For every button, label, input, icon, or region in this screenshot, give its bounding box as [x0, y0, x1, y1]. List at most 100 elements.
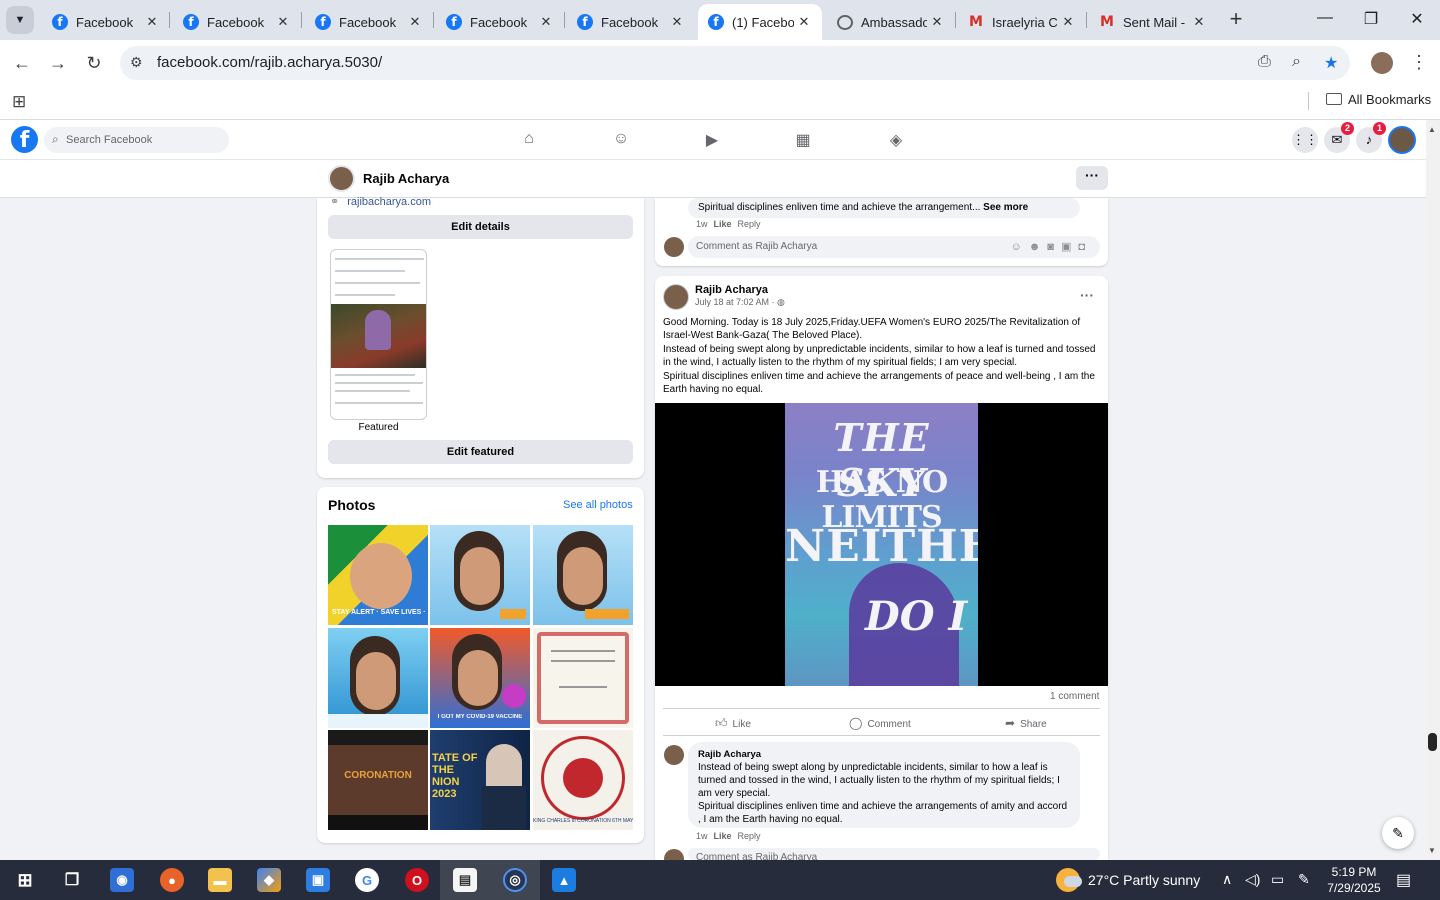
account-avatar[interactable] [1388, 126, 1416, 154]
opera-icon[interactable]: O [405, 868, 429, 892]
restore-icon[interactable]: ❐ [1356, 9, 1386, 29]
photo-thumbnail[interactable]: KING CHARLES III CORONATION 6TH MAY 2023 [533, 730, 633, 830]
network-icon[interactable]: ▭ [1271, 871, 1284, 888]
address-bar[interactable]: ⚙ facebook.com/rajib.acharya.5030/ ⎙ ⌕ ★ [120, 46, 1350, 80]
new-message-button[interactable]: ✎ [1382, 817, 1414, 849]
bookmark-star-icon[interactable]: ★ [1324, 53, 1338, 73]
facebook-logo-icon[interactable]: f [11, 126, 38, 153]
browser-tab[interactable]: f Facebook ✕ [42, 4, 170, 40]
zoom-icon[interactable]: ⌕ [1292, 53, 1301, 71]
close-icon[interactable]: ✕ [794, 14, 814, 30]
close-icon[interactable]: ✕ [405, 14, 425, 30]
browser-tab[interactable]: Ambassado ✕ [827, 4, 955, 40]
browser-menu-icon[interactable]: ⋮ [1410, 52, 1428, 73]
tray-chevron-icon[interactable]: ∧ [1222, 871, 1232, 888]
taskbar-clock[interactable]: 5:19 PM 7/29/2025 [1322, 864, 1386, 896]
photo-thumbnail[interactable]: TATE OF THE NION 2023 [430, 730, 530, 830]
like-button[interactable]: 👍︎ Like [715, 716, 751, 731]
task-view-icon[interactable]: ❒ [60, 868, 84, 892]
profile-name[interactable]: Rajib Acharya [363, 171, 449, 186]
comment-tools-icons[interactable]: ☺☻◙▣◘ [1011, 236, 1093, 258]
menu-grid-icon[interactable]: ⋮⋮ [1292, 127, 1318, 153]
scrollbar-thumb[interactable] [1428, 733, 1437, 751]
close-icon[interactable]: ✕ [273, 14, 293, 30]
website-link[interactable]: ⚭ rajibacharya.com [330, 195, 431, 208]
home-icon[interactable]: ⌂ [517, 130, 541, 148]
close-icon[interactable]: ✕ [1058, 14, 1078, 30]
url-text[interactable]: facebook.com/rajib.acharya.5030/ [157, 54, 382, 71]
file-explorer-icon[interactable]: ▬ [208, 868, 232, 892]
app-icon[interactable]: ◉ [110, 868, 134, 892]
facebook-search-input[interactable]: ⌕ Search Facebook [44, 127, 229, 153]
photo-thumbnail[interactable] [430, 525, 530, 625]
friends-icon[interactable]: ☺ [609, 130, 633, 148]
post-timestamp[interactable]: July 18 at 7:02 AM · ◍ [695, 297, 785, 308]
all-bookmarks-button[interactable]: All Bookmarks [1326, 92, 1431, 107]
browser-tab[interactable]: M Sent Mail - ✕ [1089, 4, 1217, 40]
featured-story-thumbnail[interactable] [330, 249, 427, 420]
close-icon[interactable]: ✕ [142, 14, 162, 30]
website-text[interactable]: rajibacharya.com [347, 196, 431, 208]
avatar[interactable] [664, 745, 684, 765]
comment-input[interactable]: Comment as Rajib Acharya ☺☻◙▣◘ [688, 236, 1100, 258]
window-close-icon[interactable]: ✕ [1402, 9, 1432, 29]
weather-text[interactable]: 27°C Partly sunny [1088, 872, 1200, 888]
google-icon[interactable]: G [355, 868, 379, 892]
gaming-icon[interactable]: ◈ [884, 130, 908, 150]
browser-tab[interactable]: f Facebook ✕ [173, 4, 301, 40]
notification-center-icon[interactable]: ▤ [1396, 870, 1411, 890]
browser-tab[interactable]: f Facebook ✕ [305, 4, 433, 40]
pen-icon[interactable]: ✎ [1298, 871, 1310, 888]
comment-button[interactable]: ◯ Comment [849, 716, 911, 730]
comment-input[interactable]: Comment as Rajib Acharya [688, 848, 1100, 860]
post-options-icon[interactable]: ··· [1080, 287, 1094, 303]
comment-reply-link[interactable]: Reply [738, 219, 761, 229]
close-icon[interactable]: ✕ [927, 14, 947, 30]
comment-reply-link[interactable]: Reply [738, 831, 761, 841]
see-all-photos-link[interactable]: See all photos [563, 499, 633, 511]
tab-search-button[interactable]: ▼ [6, 6, 34, 34]
edit-details-button[interactable]: Edit details [328, 215, 633, 239]
install-app-icon[interactable]: ⎙ [1258, 53, 1271, 71]
forward-icon[interactable]: → [46, 52, 70, 76]
comment-count[interactable]: 1 comment [1050, 691, 1099, 702]
apps-grid-icon[interactable]: ⊞ [12, 92, 26, 112]
browser-profile-avatar[interactable] [1371, 52, 1393, 74]
browser-tab[interactable]: f Facebook ✕ [436, 4, 564, 40]
browser-tab[interactable]: M Israelyria C ✕ [958, 4, 1086, 40]
volume-icon[interactable]: ◁) [1245, 871, 1260, 888]
close-icon[interactable]: ✕ [667, 14, 687, 30]
close-icon[interactable]: ✕ [1189, 14, 1209, 30]
close-icon[interactable]: ✕ [536, 14, 556, 30]
browser-tab-active[interactable]: f (1) Facebook ✕ [698, 4, 822, 40]
photo-thumbnail[interactable] [533, 525, 633, 625]
post-author[interactable]: Rajib Acharya [695, 284, 768, 296]
share-button[interactable]: ➦ Share [1005, 716, 1047, 730]
scroll-up-arrow[interactable]: ▲ [1428, 125, 1436, 134]
photo-thumbnail[interactable]: STAY ALERT · SAVE LIVES · CONTROL THE VI… [328, 525, 428, 625]
edit-featured-button[interactable]: Edit featured [328, 440, 633, 464]
site-info-icon[interactable]: ⚙ [130, 54, 143, 71]
reload-icon[interactable]: ↻ [82, 52, 106, 76]
store-icon[interactable]: ▣ [306, 868, 330, 892]
notepad-icon[interactable]: ▤ [453, 868, 477, 892]
scroll-down-arrow[interactable]: ▼ [1428, 846, 1436, 855]
photo-thumbnail[interactable]: CORONATION [328, 730, 428, 830]
new-tab-button[interactable]: + [1224, 8, 1248, 32]
comment-like-link[interactable]: Like [714, 219, 732, 229]
see-more-link[interactable]: See more [983, 202, 1028, 213]
firefox-icon[interactable]: ● [160, 868, 184, 892]
back-icon[interactable]: ← [10, 52, 34, 76]
avatar[interactable] [328, 165, 355, 192]
photo-thumbnail[interactable] [533, 628, 633, 728]
windows-start-icon[interactable]: ⊞ [13, 868, 37, 892]
photo-thumbnail[interactable]: I GOT MY COVID-19 VACCINE [430, 628, 530, 728]
comment-like-link[interactable]: Like [714, 831, 732, 841]
chrome-icon[interactable]: ◎ [503, 868, 527, 892]
video-icon[interactable]: ▶ [700, 130, 724, 150]
more-options-button[interactable]: ··· [1076, 166, 1108, 190]
browser-tab[interactable]: f Facebook ✕ [567, 4, 695, 40]
post-image[interactable]: THE SKY HAS NO LIMITS NEITHER DO I [655, 403, 1108, 686]
photo-thumbnail[interactable] [328, 628, 428, 728]
photos-app-icon[interactable]: ▲ [552, 868, 576, 892]
